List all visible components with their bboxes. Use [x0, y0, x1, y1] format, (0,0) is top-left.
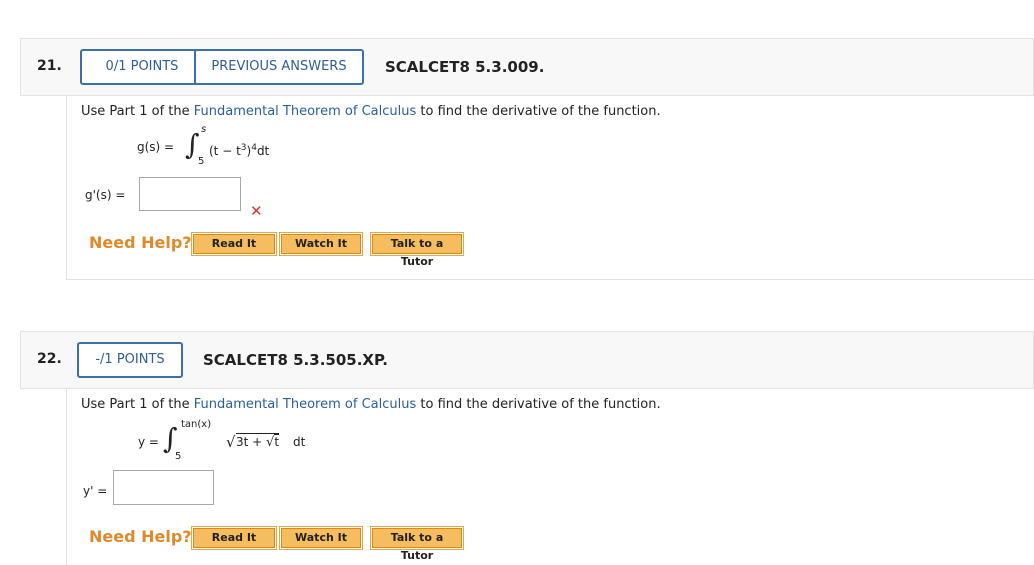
answer-label: g'(s) =: [85, 188, 126, 202]
watch-it-button[interactable]: Watch It: [279, 526, 363, 550]
points-badge[interactable]: 0/1 POINTS: [80, 49, 204, 85]
function-lhs: y =: [138, 435, 159, 449]
integrand-dt: dt: [293, 435, 306, 449]
question-prompt: Use Part 1 of the Fundamental Theorem of…: [81, 397, 661, 412]
question-number: 21.: [37, 58, 62, 74]
incorrect-x-icon: ✕: [250, 202, 263, 220]
answer-input[interactable]: [139, 177, 241, 211]
integral-lower-limit: 5: [175, 451, 182, 462]
integral-upper-limit: tan(x): [181, 419, 212, 430]
question-number: 22.: [37, 351, 62, 367]
sqrt-icon: √: [226, 433, 236, 451]
need-help-label: Need Help?: [89, 527, 192, 546]
points-badge[interactable]: -/1 POINTS: [77, 342, 183, 378]
function-lhs: g(s) =: [137, 140, 175, 154]
talk-to-tutor-button[interactable]: Talk to a Tutor: [370, 526, 464, 562]
previous-answers-button[interactable]: PREVIOUS ANSWERS: [194, 49, 364, 85]
integrand: (t − t3)4dt: [209, 143, 270, 158]
question-21-header: 21. 0/1 POINTS PREVIOUS ANSWERS SCALCET8…: [20, 38, 1034, 96]
problem-code: SCALCET8 5.3.505.XP.: [203, 351, 388, 369]
watch-it-button[interactable]: Watch It: [279, 232, 363, 256]
prompt-text-end: to find the derivative of the function.: [416, 104, 661, 119]
question-22-header: 22. -/1 POINTS SCALCET8 5.3.505.XP.: [20, 331, 1034, 389]
integral-upper-limit: s: [201, 124, 207, 135]
ftc-link[interactable]: Fundamental Theorem of Calculus: [194, 397, 417, 412]
ftc-link[interactable]: Fundamental Theorem of Calculus: [194, 104, 417, 119]
problem-code: SCALCET8 5.3.009.: [385, 58, 545, 76]
integrand-radicand: 3t + √t: [236, 433, 280, 450]
prompt-text: Use Part 1 of the: [81, 397, 194, 412]
need-help-label: Need Help?: [89, 233, 192, 252]
answer-input[interactable]: [113, 470, 214, 505]
read-it-button[interactable]: Read It: [191, 232, 277, 256]
answer-label: y' =: [83, 484, 108, 498]
prompt-text-end: to find the derivative of the function.: [416, 397, 661, 412]
question-prompt: Use Part 1 of the Fundamental Theorem of…: [81, 104, 661, 119]
talk-to-tutor-button[interactable]: Talk to a Tutor: [370, 232, 464, 268]
question-22-body: Use Part 1 of the Fundamental Theorem of…: [66, 389, 1034, 565]
question-21-body: Use Part 1 of the Fundamental Theorem of…: [66, 96, 1034, 280]
prompt-text: Use Part 1 of the: [81, 104, 194, 119]
read-it-button[interactable]: Read It: [191, 526, 277, 550]
integral-lower-limit: 5: [198, 156, 205, 167]
